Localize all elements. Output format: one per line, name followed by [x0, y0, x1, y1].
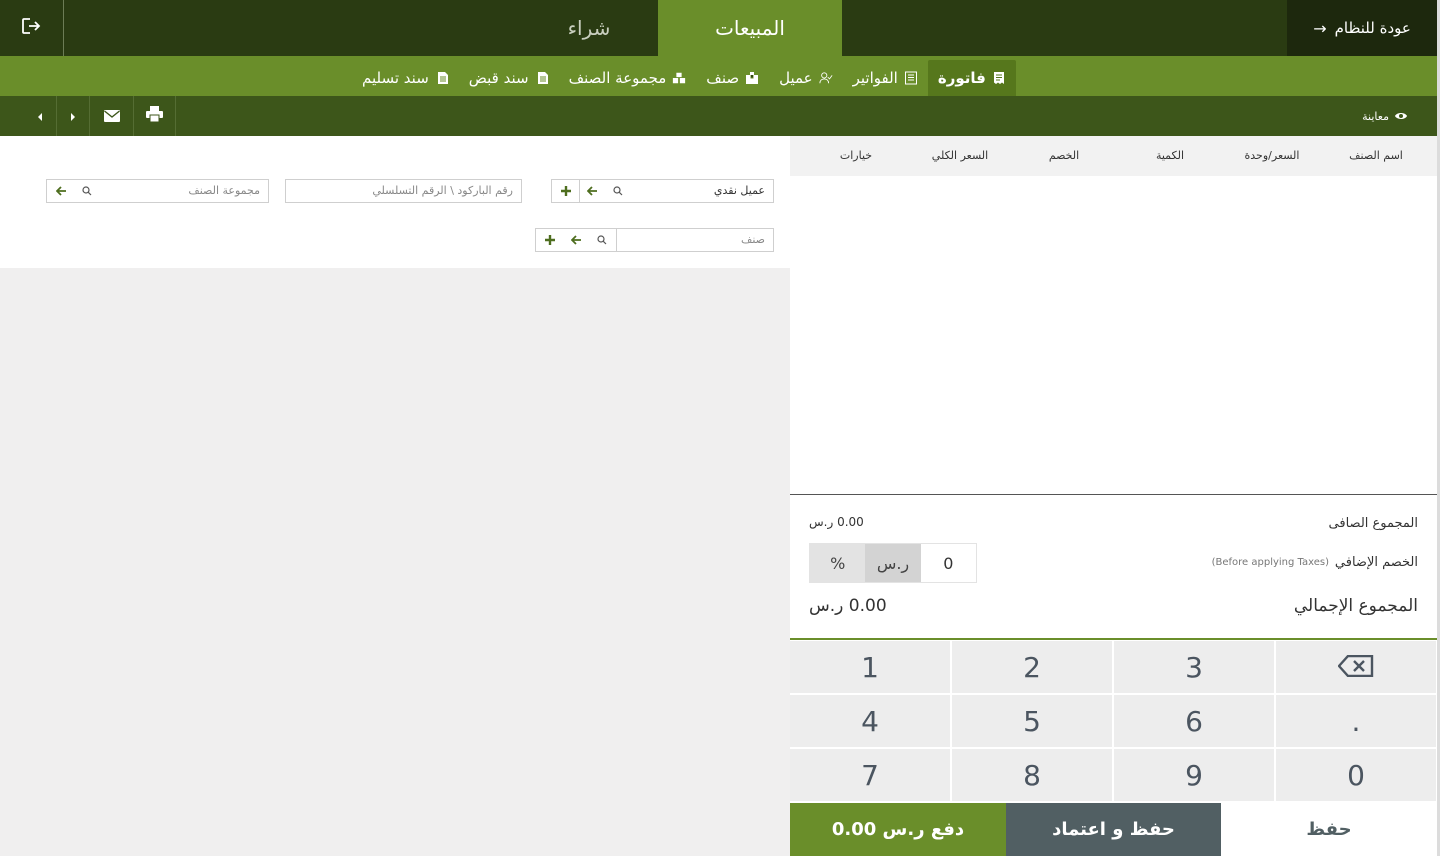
key-6[interactable]: 6: [1114, 695, 1275, 748]
subtab-label: فاتورة: [937, 69, 986, 87]
preview-button[interactable]: معاينة: [1362, 96, 1407, 136]
key-5[interactable]: 5: [952, 695, 1113, 748]
totals-summary: المجموع الصافى 0.00 ر.س الخصم الإضافي (B…: [790, 494, 1437, 640]
document-icon: [535, 71, 549, 85]
subtab-customer[interactable]: عميل: [769, 60, 843, 96]
key-9[interactable]: 9: [1114, 749, 1275, 802]
save-button[interactable]: حفظ: [1221, 803, 1437, 856]
add-item-icon[interactable]: [538, 229, 562, 251]
caret-right-icon: [69, 107, 77, 126]
backspace-key[interactable]: [1276, 641, 1437, 694]
subtab-label: عميل: [779, 69, 813, 87]
backspace-icon: [1337, 651, 1374, 684]
subtab-label: سند قبض: [468, 69, 529, 87]
search-icon[interactable]: [590, 229, 614, 251]
discount-note: (Before applying Taxes): [1211, 557, 1329, 568]
header-quantity: الكمية: [1155, 149, 1185, 162]
receipt-icon: [992, 71, 1006, 85]
sub-tabs-bar: فاتورة الفواتير عميل صنف مجموعة الصنف سن…: [0, 56, 1437, 96]
key-3[interactable]: 3: [1114, 641, 1275, 694]
email-button[interactable]: [90, 96, 134, 136]
tab-buy[interactable]: شراء: [520, 0, 658, 56]
subtab-label: صنف: [706, 69, 740, 87]
toolbar: معاينة: [0, 96, 1437, 136]
logout-button[interactable]: [0, 0, 64, 56]
invoice-panel: اسم الصنف السعر/وحدة الكمية الخصم السعر …: [790, 136, 1437, 856]
list-icon: [904, 71, 918, 85]
next-button[interactable]: [57, 96, 90, 136]
barcode-placeholder: رقم الباركود \ الرقم التسلسلي: [372, 184, 513, 197]
action-buttons: دفع ر.س 0.00 حفظ و اعتماد حفظ: [790, 803, 1437, 856]
discount-input[interactable]: 0: [920, 544, 976, 582]
box-icon: [745, 71, 759, 85]
key-4[interactable]: 4: [790, 695, 951, 748]
header-unit-price: السعر/وحدة: [1244, 149, 1300, 162]
table-header: اسم الصنف السعر/وحدة الكمية الخصم السعر …: [790, 136, 1437, 176]
boxes-icon: [672, 71, 686, 85]
subtab-item-group[interactable]: مجموعة الصنف: [559, 60, 697, 96]
pay-button[interactable]: دفع ر.س 0.00: [790, 803, 1006, 856]
grand-total-value: 0.00 ر.س: [809, 596, 887, 616]
tab-sales[interactable]: المبيعات: [658, 0, 842, 56]
arrow-left-icon[interactable]: [580, 180, 604, 202]
arrow-left-icon[interactable]: [49, 180, 73, 202]
item-placeholder: صنف: [740, 233, 765, 246]
search-icon[interactable]: [606, 180, 630, 202]
subtab-receipt-voucher[interactable]: سند قبض: [459, 60, 559, 96]
search-icon[interactable]: [75, 180, 99, 202]
user-check-icon: [819, 71, 833, 85]
eye-icon: [1395, 110, 1407, 123]
arrow-left-icon[interactable]: [564, 229, 588, 251]
subtab-label: الفواتير: [852, 69, 898, 87]
extra-discount-label: الخصم الإضافي: [1334, 555, 1418, 570]
top-bar: شراء المبيعات عودة للنظام →: [0, 0, 1440, 56]
printer-icon: [146, 106, 163, 126]
customer-field[interactable]: عميل نقدي: [551, 179, 774, 203]
header-options: خيارات: [839, 149, 873, 162]
subtab-label: سند تسليم: [362, 69, 429, 87]
discount-control: % ر.س 0: [809, 543, 977, 583]
net-total-value: 0.00 ر.س: [809, 515, 864, 529]
envelope-icon: [103, 107, 120, 126]
key-2[interactable]: 2: [952, 641, 1113, 694]
prev-button[interactable]: [24, 96, 57, 136]
key-8[interactable]: 8: [952, 749, 1113, 802]
header-item-name: اسم الصنف: [1349, 149, 1403, 162]
customer-value: عميل نقدي: [713, 184, 765, 197]
back-to-system-label: عودة للنظام: [1334, 19, 1411, 37]
add-customer-icon[interactable]: [554, 180, 578, 202]
subtab-delivery-voucher[interactable]: سند تسليم: [352, 60, 459, 96]
back-to-system-button[interactable]: عودة للنظام →: [1287, 0, 1437, 56]
net-total-label: المجموع الصافى: [1328, 516, 1418, 531]
key-decimal[interactable]: .: [1276, 695, 1437, 748]
save-approve-button[interactable]: حفظ و اعتماد: [1006, 803, 1221, 856]
print-button[interactable]: [134, 96, 176, 136]
subtab-item[interactable]: صنف: [696, 60, 769, 96]
grand-total-label: المجموع الإجمالي: [1293, 596, 1418, 616]
item-group-placeholder: مجموعة الصنف: [188, 184, 260, 197]
subtab-invoice[interactable]: فاتورة: [927, 60, 1016, 96]
header-discount: الخصم: [1048, 149, 1080, 162]
item-entry-form: عميل نقدي رقم الباركود \ الرقم التسلسلي …: [0, 136, 790, 268]
key-7[interactable]: 7: [790, 749, 951, 802]
subtab-invoices[interactable]: الفواتير: [843, 60, 928, 96]
key-1[interactable]: 1: [790, 641, 951, 694]
percent-option[interactable]: %: [810, 544, 866, 582]
number-keypad: 1 2 3 4 5 6 . 7 8 9 0: [790, 641, 1437, 803]
arrow-right-icon: →: [1313, 18, 1327, 38]
preview-label: معاينة: [1362, 109, 1389, 123]
caret-left-icon: [36, 107, 44, 126]
subtab-label: مجموعة الصنف: [568, 69, 667, 87]
key-0[interactable]: 0: [1276, 749, 1437, 802]
document-icon: [435, 71, 449, 85]
item-field[interactable]: صنف: [535, 228, 774, 252]
sub-tabs: فاتورة الفواتير عميل صنف مجموعة الصنف سن…: [352, 60, 1016, 96]
barcode-input[interactable]: رقم الباركود \ الرقم التسلسلي: [285, 179, 522, 203]
item-group-field[interactable]: مجموعة الصنف: [46, 179, 269, 203]
currency-option[interactable]: ر.س: [865, 544, 921, 582]
logout-icon: [21, 17, 43, 39]
header-total-price: السعر الكلي: [931, 149, 989, 162]
